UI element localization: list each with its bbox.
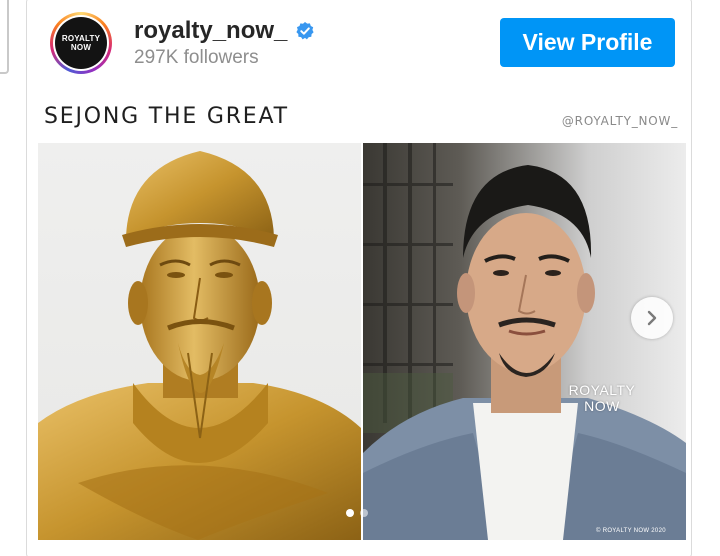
carousel-dot-2[interactable]: [360, 509, 368, 517]
account-info: royalty_now_ 297K followers: [134, 17, 315, 69]
photo-watermark: ROYALTY NOW: [568, 382, 636, 414]
follower-count: 297K followers: [134, 47, 259, 68]
view-profile-button[interactable]: View Profile: [500, 18, 675, 67]
chevron-right-icon: [647, 310, 657, 326]
verified-badge-icon: [295, 21, 315, 41]
carousel-dot-1[interactable]: [346, 509, 354, 517]
avatar: ROYALTY NOW: [55, 17, 107, 69]
avatar-text-line1: ROYALTY: [61, 34, 101, 43]
post-title: SEJONG THE GREAT: [44, 104, 289, 129]
carousel-image[interactable]: [38, 143, 686, 540]
username[interactable]: royalty_now_: [134, 17, 287, 45]
post-handle: @ROYALTY_NOW_: [561, 114, 678, 128]
photo-copyright: © ROYALTY NOW 2020: [596, 528, 666, 534]
profile-header: ROYALTY NOW royalty_now_ 297K followers: [50, 12, 315, 74]
portrait-photo: [363, 143, 686, 540]
scroll-edge: [0, 0, 9, 74]
avatar-text-line2: NOW: [70, 43, 92, 52]
carousel-next-button[interactable]: [631, 297, 673, 339]
carousel-dots: [346, 509, 368, 517]
statue-photo: [38, 143, 361, 540]
instagram-embed: ROYALTY NOW royalty_now_ 297K followers …: [0, 0, 720, 556]
avatar-ring[interactable]: ROYALTY NOW: [50, 12, 112, 74]
